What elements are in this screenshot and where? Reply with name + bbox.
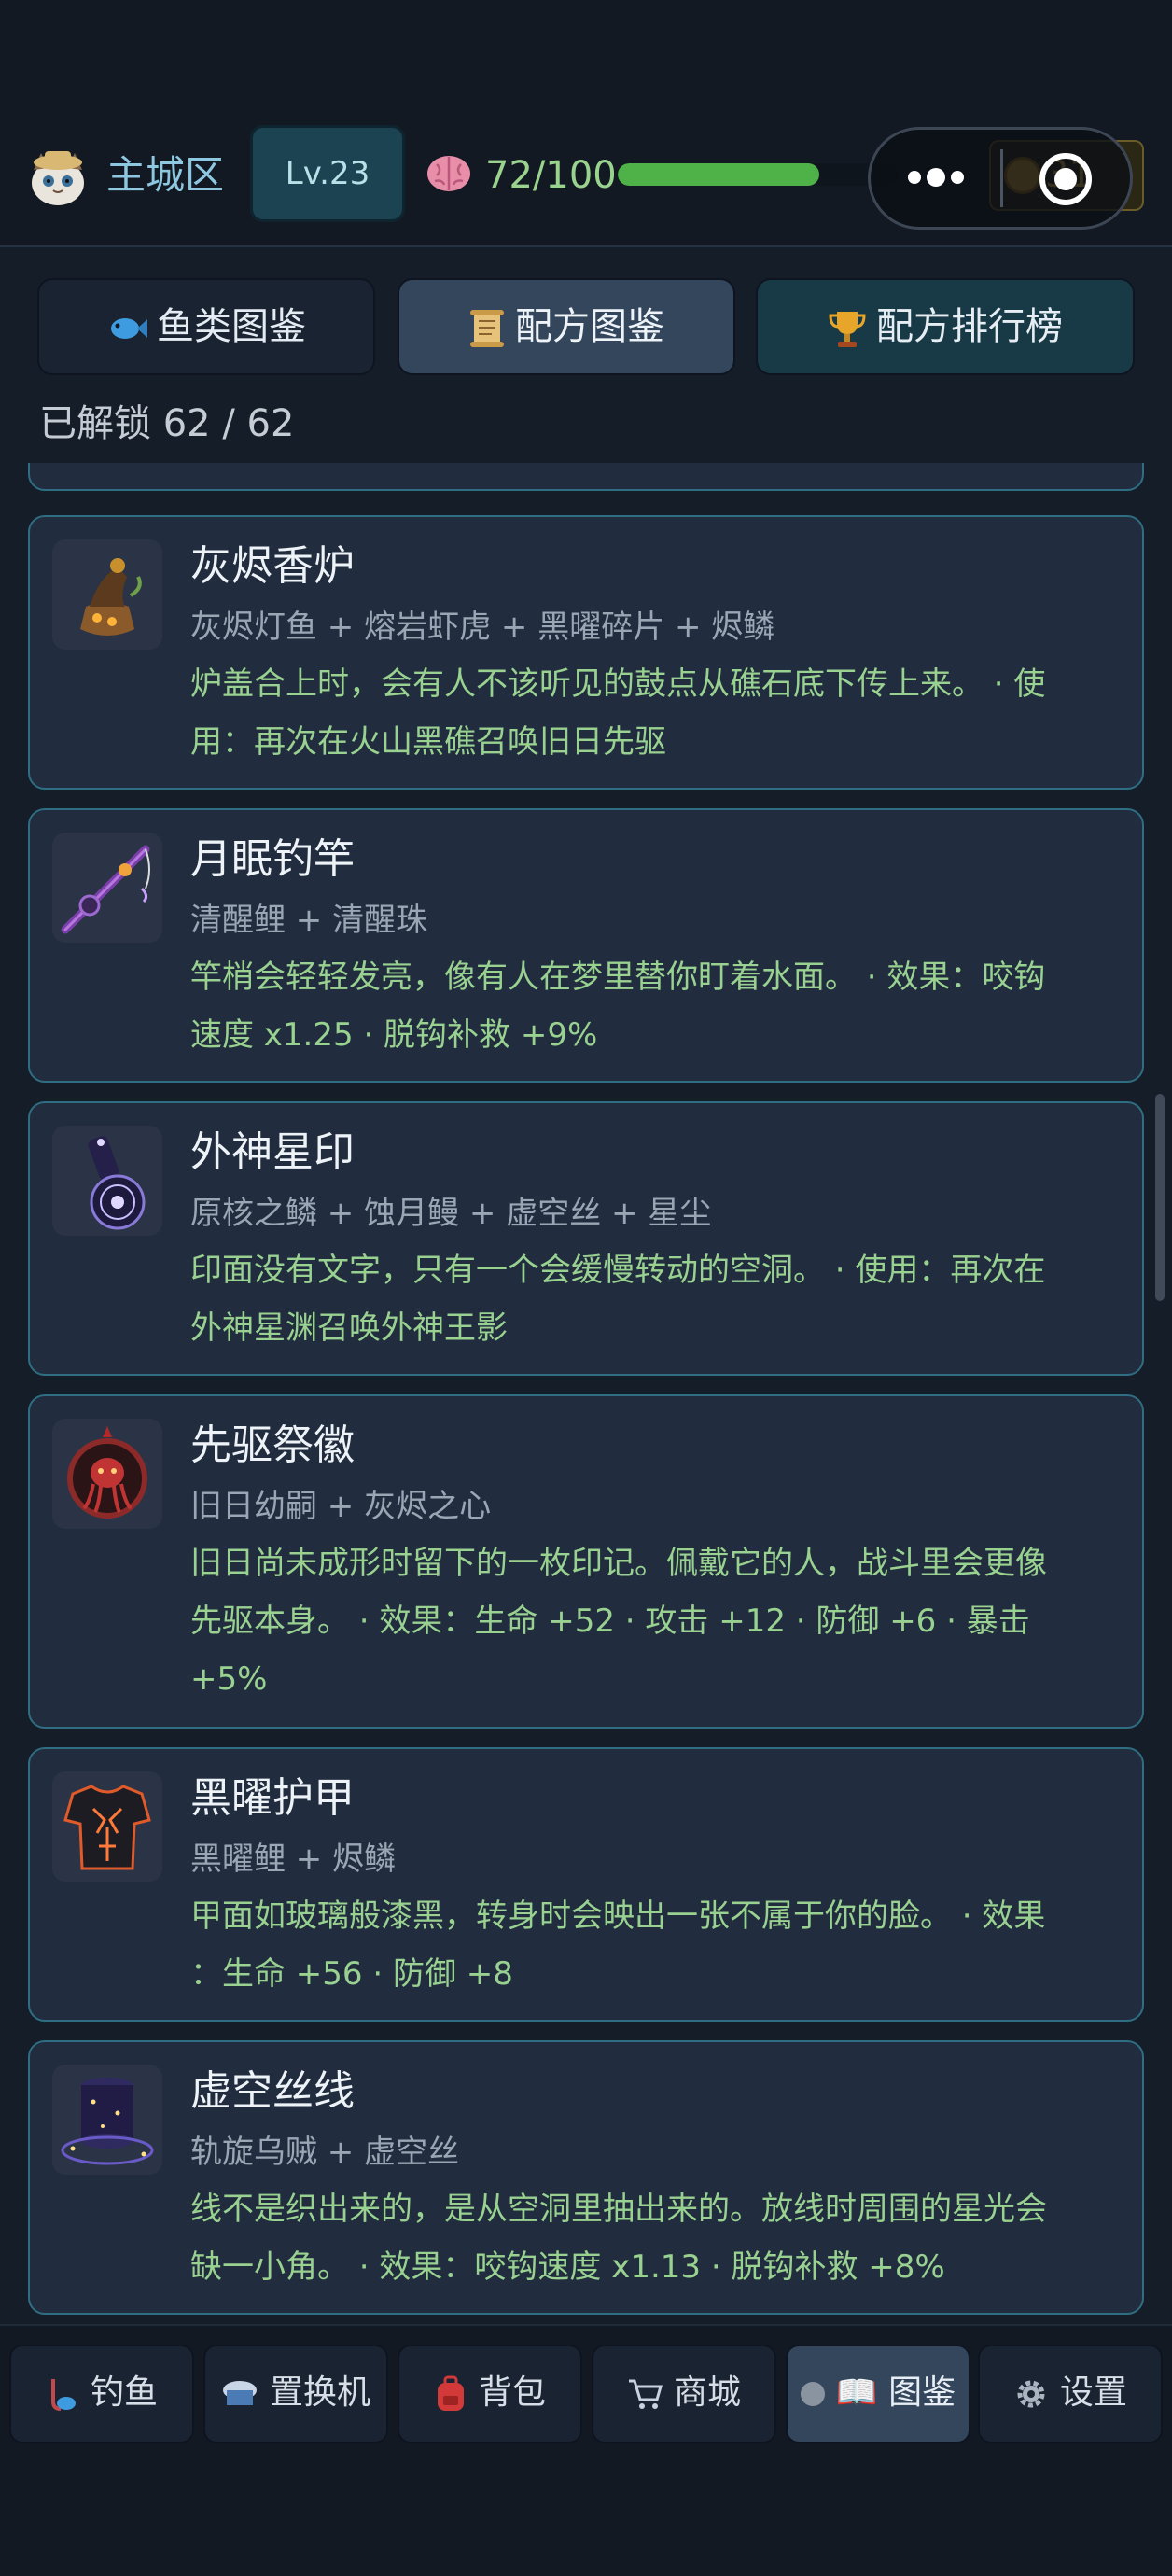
recipe-card[interactable]: 月眠钓竿 清醒鲤 + 清醒珠 竿梢会轻轻发亮，像有人在梦里替你盯着水面。 · 效… — [28, 808, 1144, 1083]
desc-line: 速度 x1.25 · 脱钩补救 +9% — [190, 1016, 598, 1054]
fishing-icon — [50, 2379, 76, 2411]
desc-line: +5% — [190, 1660, 268, 1698]
recipe-description: 旧日尚未成形时留下的一枚印记。佩戴它的人，战斗里会更像 先驱本身。 · 效果：生… — [190, 1534, 1123, 1708]
nav-label: 商城 — [673, 2373, 741, 2412]
recipe-title: 月眠钓竿 — [190, 835, 355, 883]
recipe-card[interactable]: 先驱祭徽 旧日幼嗣 + 灰烬之心 旧日尚未成形时留下的一枚印记。佩戴它的人，战斗… — [28, 1394, 1144, 1729]
recipe-description: 印面没有文字，只有一个会缓慢转动的空洞。 · 使用：再次在 外神星渊召唤外神王影 — [190, 1241, 1123, 1357]
desc-line: 用：再次在火山黑礁召唤旧日先驱 — [190, 723, 666, 761]
zone-label: 主城区 — [106, 152, 225, 198]
tab-fish-codex[interactable]: 鱼类图鉴 — [37, 278, 375, 375]
energy-bar-fill — [618, 163, 819, 186]
energy-bar — [618, 163, 898, 186]
desc-line: 甲面如玻璃般漆黑，转身时会映出一张不属于你的脸。 · 效果 — [190, 1897, 1046, 1935]
emblem-icon — [52, 1419, 162, 1529]
unlock-count: 已解锁 62 / 62 — [39, 402, 295, 445]
recipe-card[interactable]: 外神星印 原核之鳞 + 蚀月鳗 + 虚空丝 + 星尘 印面没有文字，只有一个会缓… — [28, 1101, 1144, 1376]
spool-icon — [52, 2065, 162, 2175]
nav-fishing[interactable]: 钓鱼 — [9, 2345, 194, 2443]
recipe-description: 炉盖合上时，会有人不该听见的鼓点从礁石底下传上来。 · 使 用：再次在火山黑礁召… — [190, 655, 1123, 771]
nav-label: 设置 — [1059, 2373, 1127, 2412]
recipe-title: 虚空丝线 — [190, 2067, 355, 2115]
recipe-title: 黑曜护甲 — [190, 1774, 355, 1822]
machine-icon — [222, 2381, 257, 2405]
desc-line: 外神星渊召唤外神王影 — [190, 1309, 508, 1347]
desc-line: ：生命 +56 · 防御 +8 — [190, 1955, 513, 1993]
recipe-title: 灰烬香炉 — [190, 542, 355, 590]
recipe-description: 竿梢会轻轻发亮，像有人在梦里替你盯着水面。 · 效果：咬钩 速度 x1.25 ·… — [190, 948, 1123, 1064]
armor-icon — [52, 1771, 162, 1882]
trophy-icon — [829, 312, 866, 347]
list-scrollbar[interactable] — [1155, 1094, 1165, 1301]
desc-line: 缺一小角。 · 效果：咬钩速度 x1.13 · 脱钩补救 +8% — [190, 2248, 945, 2286]
recipe-card[interactable]: 黑曜护甲 黑曜鲤 + 烬鳞 甲面如玻璃般漆黑，转身时会映出一张不属于你的脸。 ·… — [28, 1747, 1144, 2022]
recipe-card[interactable]: 灰烬香炉 灰烬灯鱼 + 熔岩虾虎 + 黑曜碎片 + 烬鳞 炉盖合上时，会有人不该… — [28, 515, 1144, 790]
capsule-divider — [1000, 149, 1003, 207]
close-program-icon[interactable] — [1039, 153, 1092, 205]
nav-label: 置换机 — [269, 2373, 370, 2412]
recipe-ingredients: 原核之鳞 + 蚀月鳗 + 虚空丝 + 星尘 — [190, 1195, 712, 1232]
tab-label: 鱼类图鉴 — [157, 305, 306, 348]
gear-icon — [1017, 2380, 1045, 2408]
recipe-description: 甲面如玻璃般漆黑，转身时会映出一张不属于你的脸。 · 效果 ：生命 +56 · … — [190, 1887, 1123, 2003]
desc-line: 先驱本身。 · 效果：生命 +52 · 攻击 +12 · 防御 +6 · 暴击 — [190, 1603, 1030, 1640]
desc-line: 线不是织出来的，是从空洞里抽出来的。放线时周围的星光会 — [190, 2191, 1047, 2228]
backpack-icon — [437, 2375, 464, 2411]
recipe-ingredients: 清醒鲤 + 清醒珠 — [190, 902, 428, 939]
recipe-title: 先驱祭徽 — [190, 1421, 355, 1469]
desc-line: 竿梢会轻轻发亮，像有人在梦里替你盯着水面。 · 效果：咬钩 — [190, 959, 1046, 996]
nav-exchanger[interactable]: 置换机 — [203, 2345, 388, 2443]
fishing-rod-icon — [52, 833, 162, 943]
nav-codex[interactable]: 📖 图鉴 — [786, 2345, 970, 2443]
desc-line: 旧日尚未成形时留下的一枚印记。佩戴它的人，战斗里会更像 — [190, 1545, 1047, 1582]
cat-avatar-icon[interactable] — [24, 142, 91, 209]
recipe-card[interactable]: 虚空丝线 轨旋乌贼 + 虚空丝 线不是织出来的，是从空洞里抽出来的。放线时周围的… — [28, 2040, 1144, 2315]
nav-backpack[interactable]: 背包 — [398, 2345, 582, 2443]
energy-value: 72/100 — [485, 154, 617, 197]
brain-icon — [427, 156, 470, 191]
recipe-ingredients: 灰烬灯鱼 + 熔岩虾虎 + 黑曜碎片 + 烬鳞 — [190, 609, 775, 646]
recipe-list[interactable]: 灰烬香炉 灰烬灯鱼 + 熔岩虾虎 + 黑曜碎片 + 烬鳞 炉盖合上时，会有人不该… — [0, 463, 1172, 2324]
censer-icon — [52, 539, 162, 650]
fish-icon — [111, 318, 147, 339]
nav-label: 背包 — [478, 2373, 546, 2412]
recipe-description: 线不是织出来的，是从空洞里抽出来的。放线时周围的星光会 缺一小角。 · 效果：咬… — [190, 2180, 1123, 2296]
more-icon[interactable] — [903, 159, 969, 196]
tab-recipe-codex[interactable]: 配方图鉴 — [398, 278, 735, 375]
scroll-icon — [470, 310, 504, 347]
seal-icon — [52, 1126, 162, 1236]
tab-label: 配方图鉴 — [515, 305, 664, 348]
tab-recipe-ranking[interactable]: 配方排行榜 — [756, 278, 1135, 375]
recipe-ingredients: 旧日幼嗣 + 灰烬之心 — [190, 1488, 492, 1525]
tab-label: 配方排行榜 — [876, 305, 1063, 348]
active-dot — [800, 2382, 825, 2406]
recipe-ingredients: 轨旋乌贼 + 虚空丝 — [190, 2134, 460, 2171]
nav-label: 📖 图鉴 — [835, 2373, 956, 2412]
nav-label: 钓鱼 — [90, 2373, 158, 2412]
desc-line: 炉盖合上时，会有人不该听见的鼓点从礁石底下传上来。 · 使 — [190, 665, 1046, 703]
nav-shop[interactable]: 商城 — [592, 2345, 776, 2443]
recipe-card-partial[interactable] — [28, 463, 1144, 491]
nav-settings[interactable]: 设置 — [978, 2345, 1163, 2443]
recipe-title: 外神星印 — [190, 1128, 355, 1176]
cart-icon — [628, 2379, 663, 2409]
level-badge: Lv.23 — [250, 125, 405, 222]
recipe-ingredients: 黑曜鲤 + 烬鳞 — [190, 1841, 397, 1878]
desc-line: 印面没有文字，只有一个会缓慢转动的空洞。 · 使用：再次在 — [190, 1252, 1046, 1289]
